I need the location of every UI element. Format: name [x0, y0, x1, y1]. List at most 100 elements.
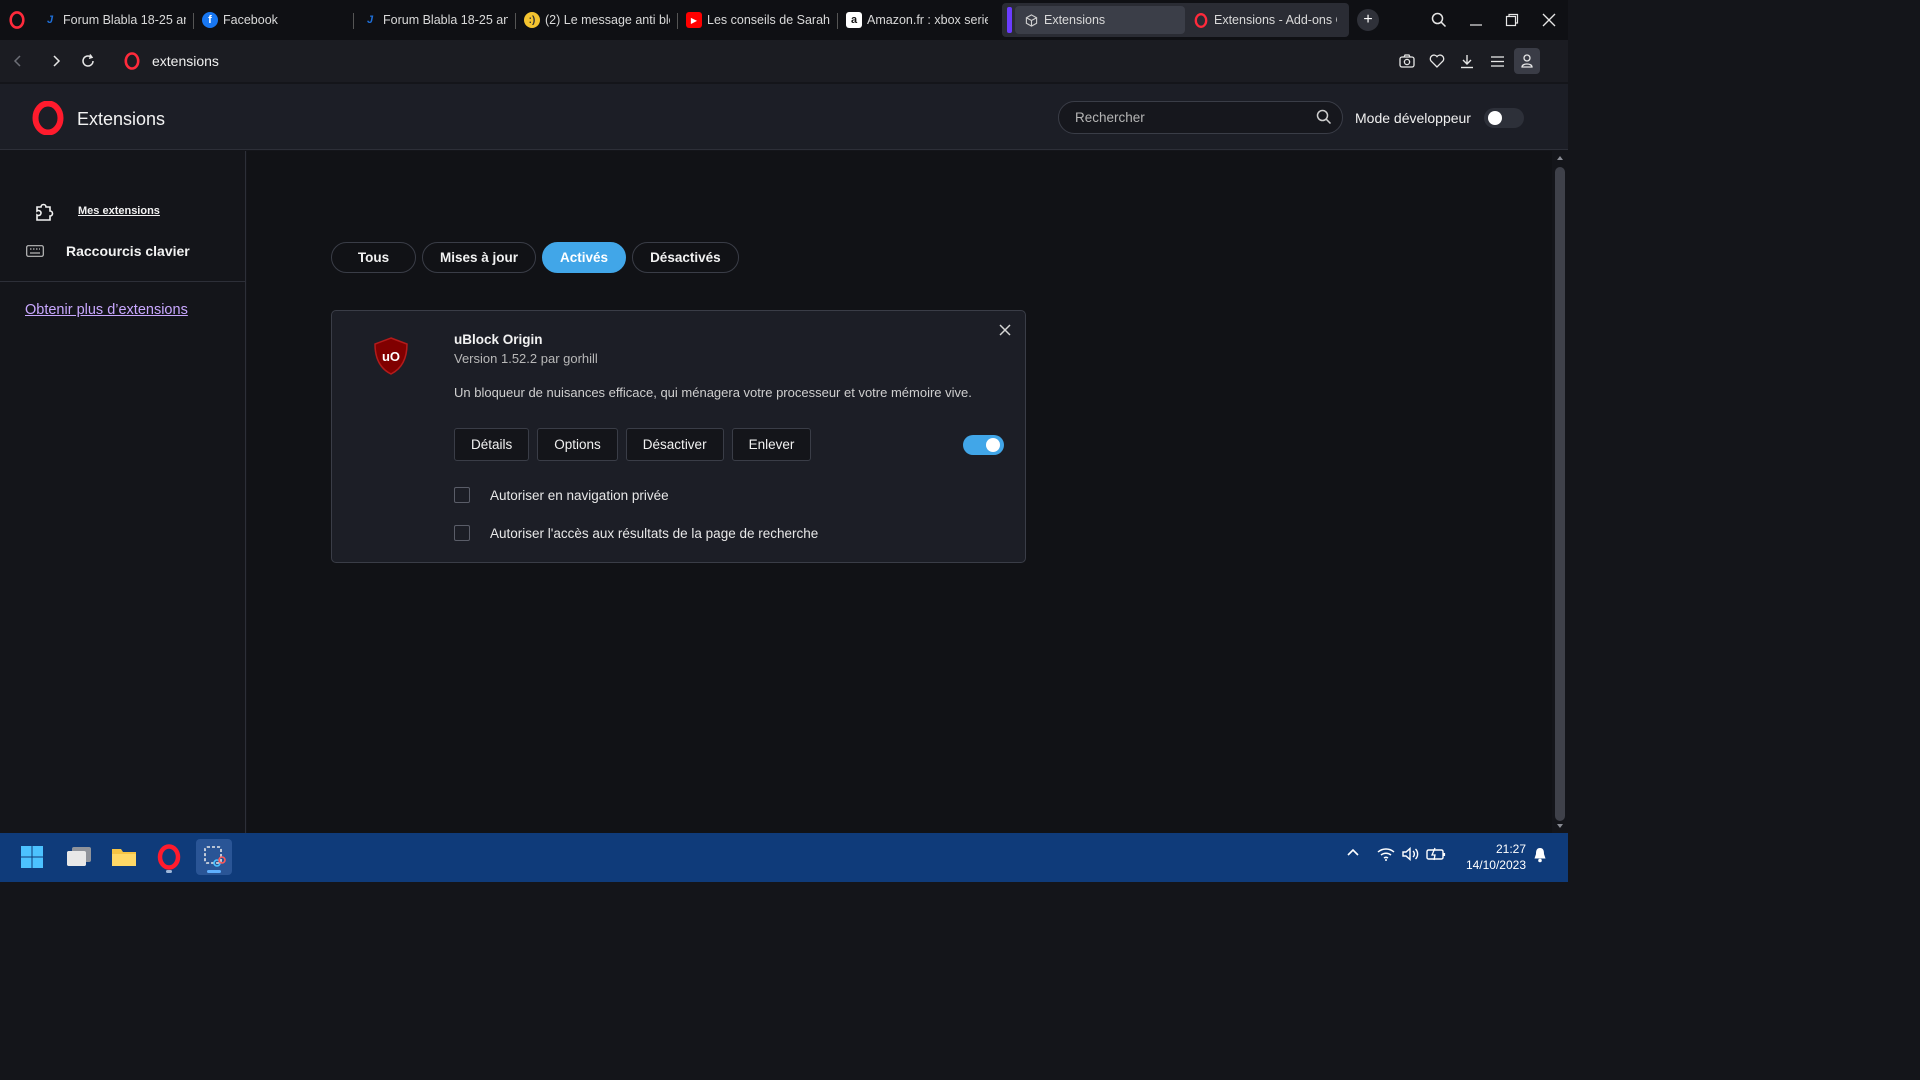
new-tab-button[interactable]: +	[1357, 9, 1379, 31]
tab-title: Les conseils de Sarah Sa	[707, 13, 830, 27]
tab-3[interactable]: J Forum Blabla 18-25 ans	[354, 5, 516, 35]
tab-title: Forum Blabla 18-25 ans	[383, 13, 508, 27]
network-button[interactable]	[1377, 847, 1395, 861]
tab-strip: J Forum Blabla 18-25 ans f Facebook J Fo…	[0, 0, 1568, 40]
tab-extensions-addons[interactable]: Extensions - Add-ons O	[1185, 5, 1345, 35]
jvc-icon: J	[46, 14, 54, 26]
get-more-extensions-link[interactable]: Obtenir plus d’extensions	[25, 302, 188, 318]
tab-title: Facebook	[223, 13, 278, 27]
chevron-right-icon	[53, 55, 61, 67]
file-explorer-button[interactable]	[106, 839, 142, 875]
minimize-icon	[1470, 24, 1482, 26]
private-browsing-checkbox[interactable]	[454, 487, 470, 503]
volume-button[interactable]	[1402, 847, 1420, 861]
bell-icon	[1534, 848, 1546, 863]
tab-group-indicator[interactable]	[1007, 7, 1012, 33]
speaker-icon	[1402, 847, 1419, 861]
filter-updates[interactable]: Mises à jour	[422, 242, 537, 273]
close-window-button[interactable]	[1531, 0, 1567, 40]
forward-button[interactable]	[40, 45, 72, 77]
extension-name: uBlock Origin	[454, 332, 543, 347]
minimize-button[interactable]	[1458, 0, 1494, 40]
opera-icon	[124, 52, 140, 70]
opera-icon	[1193, 12, 1209, 28]
extension-version: Version 1.52.2 par gorhill	[454, 351, 598, 366]
details-button[interactable]: Détails	[454, 428, 530, 461]
opera-logo-icon	[32, 101, 64, 135]
cube-icon	[1023, 12, 1039, 28]
main-content: Tous Mises à jour Activés Désactivés uO …	[247, 151, 1552, 833]
easy-setup-button[interactable]	[1482, 45, 1512, 77]
folder-icon	[112, 849, 136, 866]
downloads-button[interactable]	[1452, 45, 1482, 77]
opera-icon	[157, 844, 181, 870]
option-label: Autoriser en navigation privée	[490, 487, 669, 503]
tab-6[interactable]: a Amazon.fr : xbox series	[838, 5, 996, 35]
filter-disabled[interactable]: Désactivés	[632, 242, 739, 273]
search-input[interactable]	[1075, 102, 1305, 133]
svg-text:uO: uO	[382, 349, 400, 364]
filter-pills: Tous Mises à jour Activés Désactivés	[331, 242, 745, 273]
amazon-icon: a	[846, 12, 862, 28]
snipping-tool-button[interactable]	[196, 839, 232, 875]
restore-button[interactable]	[1494, 0, 1530, 40]
tab-search-button[interactable]	[1421, 0, 1457, 40]
remove-card-button[interactable]	[995, 320, 1015, 340]
tab-title: (2) Le message anti bloc	[545, 13, 670, 27]
private-browsing-option[interactable]: Autoriser en navigation privée	[454, 487, 669, 503]
notifications-button[interactable]	[1533, 847, 1547, 863]
windows-logo-icon	[21, 846, 43, 868]
filter-enabled[interactable]: Activés	[542, 242, 627, 273]
show-hidden-icons-button[interactable]	[1346, 847, 1360, 857]
task-view-button[interactable]	[61, 839, 97, 875]
extension-card: uO uBlock Origin Version 1.52.2 par gorh…	[331, 310, 1026, 563]
tab-extensions-active[interactable]: Extensions	[1015, 6, 1185, 34]
tab-5[interactable]: ▶ Les conseils de Sarah Sa	[678, 5, 838, 35]
filter-all[interactable]: Tous	[331, 242, 416, 273]
options-button[interactable]: Options	[537, 428, 618, 461]
clock-time: 21:27	[1495, 842, 1526, 856]
scroll-up-icon[interactable]	[1555, 153, 1565, 163]
my-flow-button[interactable]	[1422, 45, 1452, 77]
scrollbar-thumb[interactable]	[1555, 167, 1565, 821]
extension-enabled-toggle[interactable]	[963, 435, 1004, 455]
battery-button[interactable]	[1426, 847, 1446, 861]
extension-actions: Détails Options Désactiver Enlever	[454, 428, 819, 461]
search-results-access-option[interactable]: Autoriser l'accès aux résultats de la pa…	[454, 525, 818, 541]
back-button[interactable]	[2, 45, 34, 77]
search-results-checkbox[interactable]	[454, 525, 470, 541]
dev-mode-toggle[interactable]	[1484, 108, 1524, 128]
dev-mode-label: Mode développeur	[1355, 110, 1471, 126]
keyboard-icon	[26, 245, 44, 257]
extensions-header: Extensions Mode développeur	[0, 84, 1568, 150]
start-button[interactable]	[14, 839, 50, 875]
opera-icon	[9, 11, 25, 29]
facebook-icon: f	[202, 12, 218, 28]
taskbar-clock[interactable]: 21:27 14/10/2023	[1452, 841, 1526, 873]
reload-button[interactable]	[72, 45, 104, 77]
tab-4[interactable]: :) (2) Le message anti bloc	[516, 5, 678, 35]
opera-menu-button[interactable]	[0, 0, 34, 40]
url-field[interactable]: extensions	[124, 52, 219, 70]
tab-2[interactable]: f Facebook	[194, 5, 354, 35]
ublock-logo-icon: uO	[374, 337, 408, 375]
tab-title: Forum Blabla 18-25 ans	[63, 13, 186, 27]
sidebar-item-my-extensions[interactable]: Mes extensions	[34, 200, 160, 222]
search-icon[interactable]	[1316, 109, 1332, 125]
opera-taskbar-button[interactable]	[151, 839, 187, 875]
page-scrollbar[interactable]	[1552, 151, 1568, 833]
search-box	[1058, 101, 1343, 134]
remove-button[interactable]: Enlever	[731, 428, 812, 461]
profile-button[interactable]	[1514, 48, 1540, 74]
snapshot-button[interactable]	[1392, 45, 1422, 77]
address-bar-row: extensions	[0, 40, 1568, 116]
jvc-icon: J	[366, 14, 374, 26]
disable-button[interactable]: Désactiver	[625, 428, 724, 461]
tab-title: Extensions - Add-ons O	[1214, 13, 1337, 27]
scroll-down-icon[interactable]	[1555, 821, 1565, 831]
tab-1[interactable]: J Forum Blabla 18-25 ans	[34, 5, 194, 35]
search-icon	[1431, 12, 1447, 28]
sidebar-item-keyboard-shortcuts[interactable]: Raccourcis clavier	[26, 243, 190, 259]
option-label: Autoriser l'accès aux résultats de la pa…	[490, 525, 819, 541]
heart-icon	[1429, 54, 1445, 68]
